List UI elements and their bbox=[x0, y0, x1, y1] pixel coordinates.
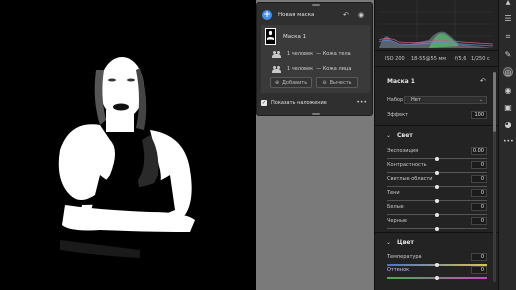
person-icon bbox=[272, 65, 281, 73]
preset-label: Набор bbox=[387, 97, 404, 103]
mask-panel-title: Маска 1 bbox=[387, 78, 415, 85]
preset-select[interactable]: Нет ⌄ bbox=[404, 96, 487, 104]
add-mask-icon: ⊕ bbox=[274, 79, 280, 86]
slider-label: Температура bbox=[387, 254, 422, 260]
slider-thumb[interactable] bbox=[435, 157, 439, 161]
component-who: 1 человек bbox=[287, 66, 314, 72]
show-overlay-checkbox[interactable]: ✓ bbox=[261, 100, 267, 106]
masks-panel: + Новая маска ↶ ◉ Маска 1 1 человек — Ко… bbox=[256, 2, 373, 116]
slider-thumb[interactable] bbox=[435, 185, 439, 189]
slider-label: Экспозиция bbox=[387, 148, 419, 154]
component-what: — Кожа лица bbox=[316, 66, 352, 72]
mask-name[interactable]: Маска 1 bbox=[283, 34, 306, 40]
chevron-down-icon[interactable]: ⌄ bbox=[386, 239, 391, 246]
effect-label: Эффект bbox=[387, 112, 409, 118]
slider-label: Светлые области bbox=[387, 176, 433, 182]
image-canvas[interactable] bbox=[0, 0, 256, 290]
settings-sliders-icon[interactable]: ☰ bbox=[503, 14, 513, 24]
histogram bbox=[379, 0, 493, 50]
plus-icon: + bbox=[262, 10, 272, 20]
more-icon[interactable]: ••• bbox=[503, 137, 514, 147]
slider-value[interactable]: 0 bbox=[471, 189, 487, 197]
show-overlay-label: Показать наложение bbox=[271, 100, 327, 106]
mask-thumbnail[interactable] bbox=[265, 28, 276, 45]
slider-thumb[interactable] bbox=[435, 199, 439, 203]
subtract-mask-icon: ⊖ bbox=[322, 79, 327, 86]
new-mask-label: Новая маска bbox=[278, 12, 315, 18]
effect-value[interactable]: 100 bbox=[471, 111, 487, 119]
panel-scrollbar[interactable] bbox=[493, 72, 496, 282]
light-section-title[interactable]: Свет bbox=[397, 132, 413, 139]
brush-icon[interactable]: ✎ bbox=[503, 50, 513, 60]
slider-thumb[interactable] bbox=[435, 276, 439, 280]
slider-thumb[interactable] bbox=[435, 213, 439, 217]
chevron-up-icon[interactable]: ▲ bbox=[503, 0, 513, 8]
slider-label: Тени bbox=[387, 190, 400, 196]
component-who: 1 человек bbox=[287, 51, 314, 57]
slider-thumb[interactable] bbox=[435, 263, 439, 267]
aperture-info: f/5,6 bbox=[455, 56, 467, 62]
slider-label: Черные bbox=[387, 218, 407, 224]
slider-label: Контрастность bbox=[387, 162, 427, 168]
tool-strip: ▲ ☰ ⌗ ✎ ◎ ◉ ▣ ◕ ••• bbox=[498, 0, 516, 290]
mask-preview-image bbox=[0, 0, 256, 290]
slider-value[interactable]: 0 bbox=[471, 253, 487, 261]
slider-value[interactable]: 0 bbox=[471, 175, 487, 183]
add-button[interactable]: ⊕ Добавить bbox=[270, 77, 312, 88]
edit-panel: ISO 200 18-55@55 мм f/5,6 1/250 с Маска … bbox=[374, 0, 499, 290]
info-divider bbox=[375, 66, 499, 67]
slider-label: Оттенок bbox=[387, 267, 410, 273]
slider-thumb[interactable] bbox=[435, 227, 439, 231]
new-mask-button[interactable]: + Новая маска bbox=[262, 9, 314, 21]
more-options-icon[interactable]: ••• bbox=[356, 99, 367, 106]
mask-component-row[interactable]: 1 человек — Кожа лица bbox=[272, 65, 351, 73]
mask-icon[interactable]: ◎ bbox=[503, 67, 513, 77]
add-label: Добавить bbox=[282, 79, 308, 86]
focal-info: 18-55@55 мм bbox=[411, 56, 447, 62]
undo-icon[interactable]: ↶ bbox=[480, 77, 486, 85]
eye-icon[interactable]: ◉ bbox=[358, 11, 364, 19]
component-what: — Кожа тела bbox=[316, 51, 351, 57]
subtract-label: Вычесть bbox=[329, 79, 352, 86]
presets-icon[interactable]: ▣ bbox=[503, 103, 513, 113]
slider-value[interactable]: 0 bbox=[471, 217, 487, 225]
subtract-button[interactable]: ⊖ Вычесть bbox=[316, 77, 358, 88]
reset-icon[interactable]: ↶ bbox=[343, 11, 349, 19]
histogram-divider bbox=[375, 50, 499, 51]
slider-value[interactable]: 0.00 bbox=[471, 147, 487, 155]
scrollbar-thumb[interactable] bbox=[493, 72, 496, 132]
iso-info: ISO 200 bbox=[385, 56, 405, 62]
mask-thumbnail-image bbox=[266, 29, 275, 44]
popup-top-handle[interactable] bbox=[312, 4, 320, 6]
slider-label: Белые bbox=[387, 204, 404, 210]
chevron-down-icon[interactable]: ⌄ bbox=[386, 132, 391, 139]
slider-value[interactable]: 0 bbox=[471, 161, 487, 169]
eye-icon[interactable]: ◉ bbox=[503, 86, 513, 96]
color-section-title[interactable]: Цвет bbox=[397, 239, 414, 246]
section-divider bbox=[375, 125, 499, 126]
color-circles-icon[interactable]: ◕ bbox=[503, 120, 513, 130]
person-icon bbox=[272, 50, 281, 58]
popup-bottom-handle[interactable] bbox=[312, 113, 320, 115]
slider-value[interactable]: 0 bbox=[471, 203, 487, 211]
slider-thumb[interactable] bbox=[435, 171, 439, 175]
crop-icon[interactable]: ⌗ bbox=[503, 32, 513, 42]
chevron-down-icon: ⌄ bbox=[478, 97, 483, 103]
show-overlay-row[interactable]: ✓ Показать наложение bbox=[261, 100, 327, 106]
slider-value[interactable]: 0 bbox=[471, 266, 487, 274]
shutter-info: 1/250 с bbox=[471, 56, 490, 62]
section-divider bbox=[375, 232, 499, 233]
preset-value: Нет bbox=[411, 97, 421, 103]
mask-component-row[interactable]: 1 человек — Кожа тела bbox=[272, 50, 351, 58]
